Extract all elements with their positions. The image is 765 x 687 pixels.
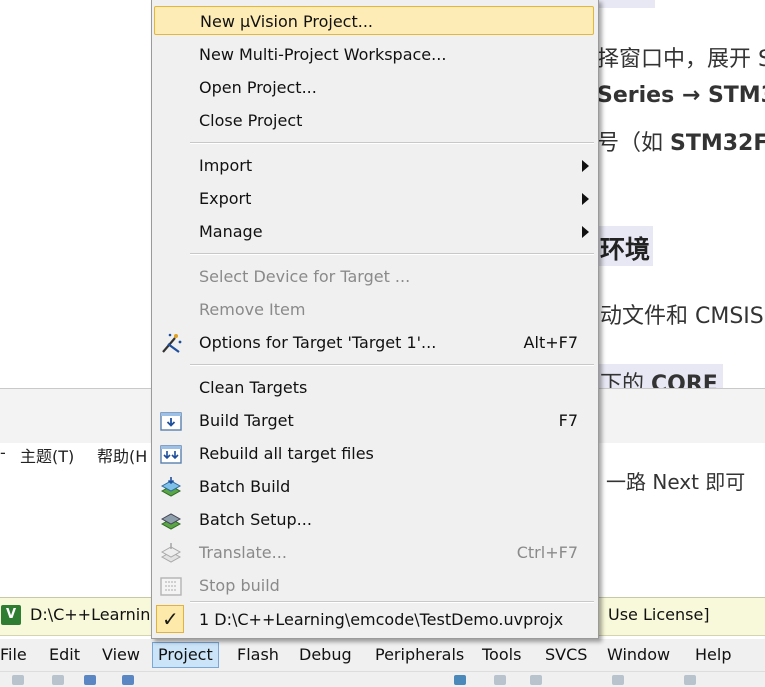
menu-project[interactable]: Project xyxy=(152,642,219,668)
window-title-right: Use License] xyxy=(608,605,710,624)
menu-edit[interactable]: Edit xyxy=(44,643,85,667)
menu-item-label: Manage xyxy=(199,222,263,241)
new-file-icon[interactable] xyxy=(12,675,24,685)
menu-item-new-project[interactable]: New µVision Project... xyxy=(154,6,594,35)
menu-item-label: Build Target xyxy=(199,411,294,430)
menu-item-label: Rebuild all target files xyxy=(199,444,374,463)
menu-item-options-for-target[interactable]: Options for Target 'Target 1'... Alt+F7 xyxy=(152,326,598,359)
background-menu-help[interactable]: 帮助(H xyxy=(97,443,147,467)
menu-peripherals[interactable]: Peripherals xyxy=(370,643,469,667)
menu-help[interactable]: Help xyxy=(690,643,736,667)
menu-item-select-device[interactable]: Select Device for Target ... xyxy=(152,260,598,293)
menu-item-label: 1 D:\C++Learning\emcode\TestDemo.uvprojx xyxy=(199,610,564,629)
menu-item-label: Batch Setup... xyxy=(199,510,312,529)
doc-line-7: 一路 Next 即可 xyxy=(606,470,746,494)
doc-text: 号（如 xyxy=(597,131,670,156)
batch-icon[interactable] xyxy=(530,675,542,685)
menu-separator xyxy=(190,253,594,255)
menu-view[interactable]: View xyxy=(97,643,145,667)
rebuild-icon[interactable] xyxy=(494,675,506,685)
menu-item-label: Close Project xyxy=(199,111,303,130)
menu-item-export[interactable]: Export xyxy=(152,182,598,215)
build-icon xyxy=(160,412,182,431)
rebuild-icon xyxy=(160,445,182,464)
menu-item-label: Remove Item xyxy=(199,300,306,319)
window-title-left: D:\C++Learning xyxy=(30,605,161,624)
project-dropdown-menu: New µVision Project... New Multi-Project… xyxy=(151,0,599,639)
menu-item-batch-build[interactable]: Batch Build xyxy=(152,470,598,503)
menu-item-clean-targets[interactable]: Clean Targets xyxy=(152,371,598,404)
menu-item-recent-project[interactable]: ✓ 1 D:\C++Learning\emcode\TestDemo.uvpro… xyxy=(152,603,598,636)
menu-item-stop-build[interactable]: Stop build xyxy=(152,569,598,602)
menu-item-close-project[interactable]: Close Project xyxy=(152,104,598,137)
doc-line-2: Series → STM3 xyxy=(597,83,765,108)
menubar: File Edit View Project Flash Debug Perip… xyxy=(0,639,765,671)
options-wand-icon xyxy=(162,333,182,353)
doc-text: Series → xyxy=(597,83,708,108)
menu-item-batch-setup[interactable]: Batch Setup... xyxy=(152,503,598,536)
doc-strong-text: STM32F xyxy=(670,131,765,156)
menu-item-label: New µVision Project... xyxy=(200,12,373,31)
menu-debug[interactable]: Debug xyxy=(294,643,357,667)
doc-line-1: 择窗口中，展开 S xyxy=(597,47,765,72)
menu-item-translate[interactable]: Translate... Ctrl+F7 xyxy=(152,536,598,569)
step-icon[interactable] xyxy=(684,675,696,685)
menu-item-remove-item[interactable]: Remove Item xyxy=(152,293,598,326)
batch-setup-icon xyxy=(160,513,182,530)
menu-item-label: Import xyxy=(199,156,253,175)
uvision-app-icon: V xyxy=(1,605,21,625)
open-file-icon[interactable] xyxy=(52,675,64,685)
menu-item-manage[interactable]: Manage xyxy=(152,215,598,248)
menu-item-label: Select Device for Target ... xyxy=(199,267,411,286)
menu-separator xyxy=(190,364,594,366)
build-icon[interactable] xyxy=(454,675,466,685)
menu-file[interactable]: File xyxy=(0,643,32,667)
doc-line-5: 动文件和 CMSIS xyxy=(600,304,764,329)
menu-item-rebuild-all[interactable]: Rebuild all target files xyxy=(152,437,598,470)
heading-highlight xyxy=(597,0,655,8)
menu-item-label: Batch Build xyxy=(199,477,291,496)
menu-item-label: New Multi-Project Workspace... xyxy=(199,45,447,64)
submenu-arrow-icon xyxy=(582,160,589,172)
menu-tools[interactable]: Tools xyxy=(477,643,526,667)
stop-build-icon xyxy=(160,577,182,596)
menu-flash[interactable]: Flash xyxy=(232,643,284,667)
menu-item-label: Export xyxy=(199,189,252,208)
menu-separator xyxy=(190,142,594,144)
checkmark-icon: ✓ xyxy=(156,605,184,633)
menu-item-new-multi-project[interactable]: New Multi-Project Workspace... xyxy=(152,38,598,71)
debug-icon[interactable] xyxy=(612,675,624,685)
background-menu-dash: - xyxy=(0,443,6,462)
menu-item-label: Clean Targets xyxy=(199,378,308,397)
translate-icon xyxy=(160,543,182,563)
doc-strong-text: STM3 xyxy=(707,83,765,108)
menu-item-shortcut: F7 xyxy=(558,411,578,430)
menu-item-build-target[interactable]: Build Target F7 xyxy=(152,404,598,437)
section-heading: 环境 xyxy=(600,235,651,264)
menu-window[interactable]: Window xyxy=(602,643,675,667)
save-icon[interactable] xyxy=(84,675,96,685)
batch-build-icon xyxy=(160,477,182,497)
menu-item-label: Open Project... xyxy=(199,78,317,97)
menu-item-shortcut: Ctrl+F7 xyxy=(516,543,578,562)
menu-item-label: Translate... xyxy=(199,543,287,562)
toolbar xyxy=(0,671,765,687)
menu-item-label: Stop build xyxy=(199,576,280,595)
background-menu-theme[interactable]: 主题(T) xyxy=(20,443,74,467)
menu-svcs[interactable]: SVCS xyxy=(540,643,592,667)
menu-item-import[interactable]: Import xyxy=(152,149,598,182)
doc-line-3: 号（如 STM32F xyxy=(597,125,765,157)
checkmark-glyph: ✓ xyxy=(162,607,179,631)
menu-item-label: Options for Target 'Target 1'... xyxy=(199,333,437,352)
menu-item-shortcut: Alt+F7 xyxy=(523,333,578,352)
save-all-icon[interactable] xyxy=(122,675,134,685)
submenu-arrow-icon xyxy=(582,226,589,238)
menu-item-open-project[interactable]: Open Project... xyxy=(152,71,598,104)
submenu-arrow-icon xyxy=(582,193,589,205)
